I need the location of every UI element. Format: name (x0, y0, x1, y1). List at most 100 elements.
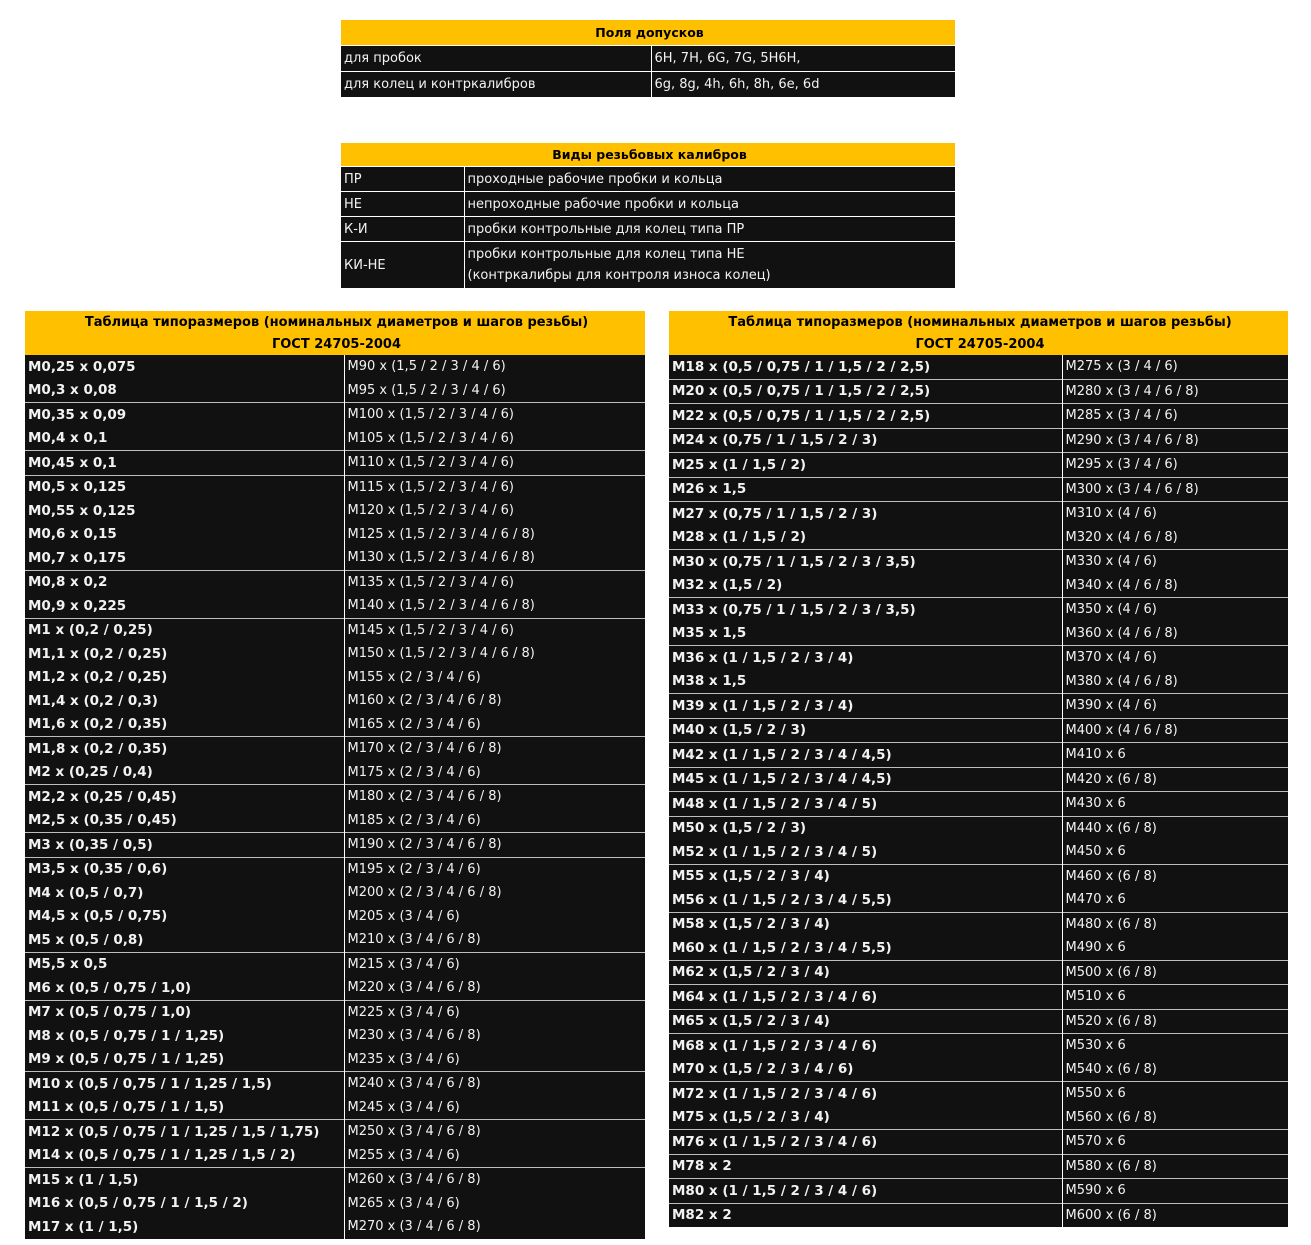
size-row: М75 х (1,5 / 2 / 3 / 4) М560 х (6 / 8) (669, 1105, 1288, 1130)
thread-size-large: М560 х (6 / 8) (1062, 1105, 1288, 1130)
gauge-desc: пробки контрольные для колец типа НЕ (ко… (464, 241, 955, 288)
size-row: М18 х (0,5 / 0,75 / 1 / 1,5 / 2 / 2,5) М2… (669, 355, 1288, 379)
thread-size-small: М64 х (1 / 1,5 / 2 / 3 / 4 / 6) (669, 984, 1063, 1009)
thread-size-small: М0,3 х 0,08 (25, 378, 345, 403)
size-row: М20 х (0,5 / 0,75 / 1 / 1,5 / 2 / 2,5) М2… (669, 378, 1288, 404)
size-row: М70 х (1,5 / 2 / 3 / 4 / 6) М540 х (6 / 8… (669, 1057, 1288, 1082)
thread-size-small: М6 х (0,5 / 0,75 / 1,0) (25, 976, 345, 1000)
thread-size-small: М0,45 х 0,1 (25, 450, 345, 475)
thread-size-small: М7 х (0,5 / 0,75 / 1,0) (25, 999, 345, 1024)
thread-size-large: М135 х (1,5 / 2 / 3 / 4 / 6) (344, 569, 645, 594)
size-row: М52 х (1 / 1,5 / 2 / 3 / 4 / 5) М450 х 6 (669, 840, 1288, 864)
size-row: М1,1 х (0,2 / 0,25) М150 х (1,5 / 2 / 3 /… (25, 642, 645, 666)
thread-size-small: М0,6 х 0,15 (25, 522, 345, 546)
thread-size-small: М0,35 х 0,09 (25, 402, 345, 427)
thread-size-large: М250 х (3 / 4 / 6 / 8) (344, 1119, 645, 1144)
thread-size-small: М1,8 х (0,2 / 0,35) (25, 736, 345, 761)
thread-size-small: М0,55 х 0,125 (25, 499, 345, 523)
thread-size-large: М190 х (2 / 3 / 4 / 6 / 8) (344, 832, 645, 857)
thread-size-small: М16 х (0,5 / 0,75 / 1 / 1,5 / 2) (25, 1191, 345, 1215)
gauge-code: ПР (341, 166, 465, 192)
thread-size-large: М420 х (6 / 8) (1062, 766, 1288, 792)
size-row: М45 х (1 / 1,5 / 2 / 3 / 4 / 4,5) М420 х … (669, 766, 1288, 792)
size-row: М40 х (1,5 / 2 / 3) М400 х (4 / 6 / 8) (669, 717, 1288, 743)
thread-size-small: М24 х (0,75 / 1 / 1,5 / 2 / 3) (669, 427, 1063, 453)
thread-size-large: М440 х (6 / 8) (1062, 815, 1288, 840)
thread-size-small: М30 х (0,75 / 1 / 1,5 / 2 / 3 / 3,5) (669, 549, 1063, 574)
thread-size-small: М17 х (1 / 1,5) (25, 1215, 345, 1239)
thread-size-large: М550 х 6 (1062, 1081, 1288, 1106)
thread-size-large: М260 х (3 / 4 / 6 / 8) (344, 1167, 645, 1192)
size-row: М0,5 х 0,125 М115 х (1,5 / 2 / 3 / 4 / 6) (25, 474, 645, 499)
size-row: М15 х (1 / 1,5) М260 х (3 / 4 / 6 / 8) (25, 1167, 645, 1192)
size-row: М4,5 х (0,5 / 0,75) М205 х (3 / 4 / 6) (25, 904, 645, 928)
thread-size-small: М28 х (1 / 1,5 / 2) (669, 525, 1063, 550)
thread-size-large: М105 х (1,5 / 2 / 3 / 4 / 6) (344, 426, 645, 451)
thread-size-small: М60 х (1 / 1,5 / 2 / 3 / 4 / 5,5) (669, 936, 1063, 960)
thread-size-large: М200 х (2 / 3 / 4 / 6 / 8) (344, 881, 645, 905)
size-row: М6 х (0,5 / 0,75 / 1,0) М220 х (3 / 4 / 6… (25, 976, 645, 1000)
thread-size-large: М110 х (1,5 / 2 / 3 / 4 / 6) (344, 450, 645, 475)
size-row: М30 х (0,75 / 1 / 1,5 / 2 / 3 / 3,5) М330… (669, 549, 1288, 574)
thread-size-large: М255 х (3 / 4 / 6) (344, 1143, 645, 1168)
thread-size-large: М530 х 6 (1062, 1033, 1288, 1058)
size-row: М25 х (1 / 1,5 / 2) М295 х (3 / 4 / 6) (669, 452, 1288, 477)
thread-size-large: М115 х (1,5 / 2 / 3 / 4 / 6) (344, 474, 645, 499)
size-row: М65 х (1,5 / 2 / 3 / 4) М520 х (6 / 8) (669, 1008, 1288, 1034)
thread-size-small: М42 х (1 / 1,5 / 2 / 3 / 4 / 4,5) (669, 742, 1063, 767)
size-row: М0,4 х 0,1 М105 х (1,5 / 2 / 3 / 4 / 6) (25, 426, 645, 451)
thread-size-small: М1,4 х (0,2 / 0,3) (25, 689, 345, 713)
size-row: М39 х (1 / 1,5 / 2 / 3 / 4) М390 х (4 / 6… (669, 693, 1288, 718)
thread-size-large: М225 х (3 / 4 / 6) (344, 999, 645, 1024)
size-row: М48 х (1 / 1,5 / 2 / 3 / 4 / 5) М430 х 6 (669, 791, 1288, 816)
thread-size-large: М130 х (1,5 / 2 / 3 / 4 / 6 / 8) (344, 546, 645, 570)
thread-size-small: М27 х (0,75 / 1 / 1,5 / 2 / 3) (669, 501, 1063, 526)
size-row: М7 х (0,5 / 0,75 / 1,0) М225 х (3 / 4 / 6… (25, 999, 645, 1024)
thread-size-large: М570 х 6 (1062, 1129, 1288, 1154)
size-row: М62 х (1,5 / 2 / 3 / 4) М500 х (6 / 8) (669, 959, 1288, 985)
size-table-subtitle: ГОСТ 24705-2004 (25, 333, 645, 355)
thread-size-small: М80 х (1 / 1,5 / 2 / 3 / 4 / 6) (669, 1178, 1063, 1203)
thread-size-small: М70 х (1,5 / 2 / 3 / 4 / 6) (669, 1057, 1063, 1082)
gauge-code: К-И (341, 216, 465, 242)
size-row: М0,7 х 0,175 М130 х (1,5 / 2 / 3 / 4 / 6 … (25, 546, 645, 570)
thread-size-large: М275 х (3 / 4 / 6) (1062, 355, 1288, 379)
thread-size-small: М0,8 х 0,2 (25, 569, 345, 594)
size-row: М50 х (1,5 / 2 / 3) М440 х (6 / 8) (669, 815, 1288, 840)
thread-size-small: М11 х (0,5 / 0,75 / 1 / 1,5) (25, 1095, 345, 1120)
thread-size-small: М5 х (0,5 / 0,8) (25, 928, 345, 952)
size-row: М80 х (1 / 1,5 / 2 / 3 / 4 / 6) М590 х 6 (669, 1178, 1288, 1203)
tolerance-label: для колец и контркалибров (341, 71, 652, 98)
size-table-right: Таблица типоразмеров (номинальных диамет… (669, 311, 1288, 1227)
thread-size-large: М265 х (3 / 4 / 6) (344, 1191, 645, 1215)
size-table-left: Таблица типоразмеров (номинальных диамет… (25, 311, 645, 1239)
size-table-subtitle: ГОСТ 24705-2004 (669, 333, 1288, 355)
thread-size-small: М32 х (1,5 / 2) (669, 573, 1063, 598)
thread-size-small: М78 х 2 (669, 1153, 1063, 1179)
thread-size-large: М125 х (1,5 / 2 / 3 / 4 / 6 / 8) (344, 522, 645, 546)
thread-size-small: М14 х (0,5 / 0,75 / 1 / 1,25 / 1,5 / 2) (25, 1143, 345, 1168)
thread-size-large: М490 х 6 (1062, 936, 1288, 960)
thread-size-large: М175 х (2 / 3 / 4 / 6) (344, 760, 645, 785)
thread-size-large: М220 х (3 / 4 / 6 / 8) (344, 976, 645, 1000)
size-row: М82 х 2 М600 х (6 / 8) (669, 1202, 1288, 1227)
thread-size-small: М2,5 х (0,35 / 0,45) (25, 808, 345, 833)
thread-size-small: М15 х (1 / 1,5) (25, 1167, 345, 1192)
gauge-types-table: Виды резьбовых калибров ПР проходные раб… (341, 143, 955, 288)
thread-size-small: М8 х (0,5 / 0,75 / 1 / 1,25) (25, 1024, 345, 1048)
thread-size-small: М25 х (1 / 1,5 / 2) (669, 452, 1063, 477)
thread-size-large: М140 х (1,5 / 2 / 3 / 4 / 6 / 8) (344, 594, 645, 618)
thread-size-small: М3,5 х (0,35 / 0,6) (25, 856, 345, 881)
thread-size-large: М500 х (6 / 8) (1062, 959, 1288, 985)
thread-size-small: М0,25 х 0,075 (25, 355, 345, 379)
size-row: М1,2 х (0,2 / 0,25) М155 х (2 / 3 / 4 / 6… (25, 665, 645, 689)
size-row: М1,4 х (0,2 / 0,3) М160 х (2 / 3 / 4 / 6 … (25, 689, 645, 713)
thread-size-large: М310 х (4 / 6) (1062, 501, 1288, 526)
size-row: М0,6 х 0,15 М125 х (1,5 / 2 / 3 / 4 / 6 /… (25, 522, 645, 546)
thread-size-small: М2,2 х (0,25 / 0,45) (25, 784, 345, 809)
thread-size-small: М82 х 2 (669, 1202, 1063, 1227)
thread-size-small: М20 х (0,5 / 0,75 / 1 / 1,5 / 2 / 2,5) (669, 378, 1063, 404)
thread-size-small: М39 х (1 / 1,5 / 2 / 3 / 4) (669, 693, 1063, 718)
thread-size-small: М12 х (0,5 / 0,75 / 1 / 1,25 / 1,5 / 1,7… (25, 1119, 345, 1144)
thread-size-small: М5,5 х 0,5 (25, 951, 345, 976)
